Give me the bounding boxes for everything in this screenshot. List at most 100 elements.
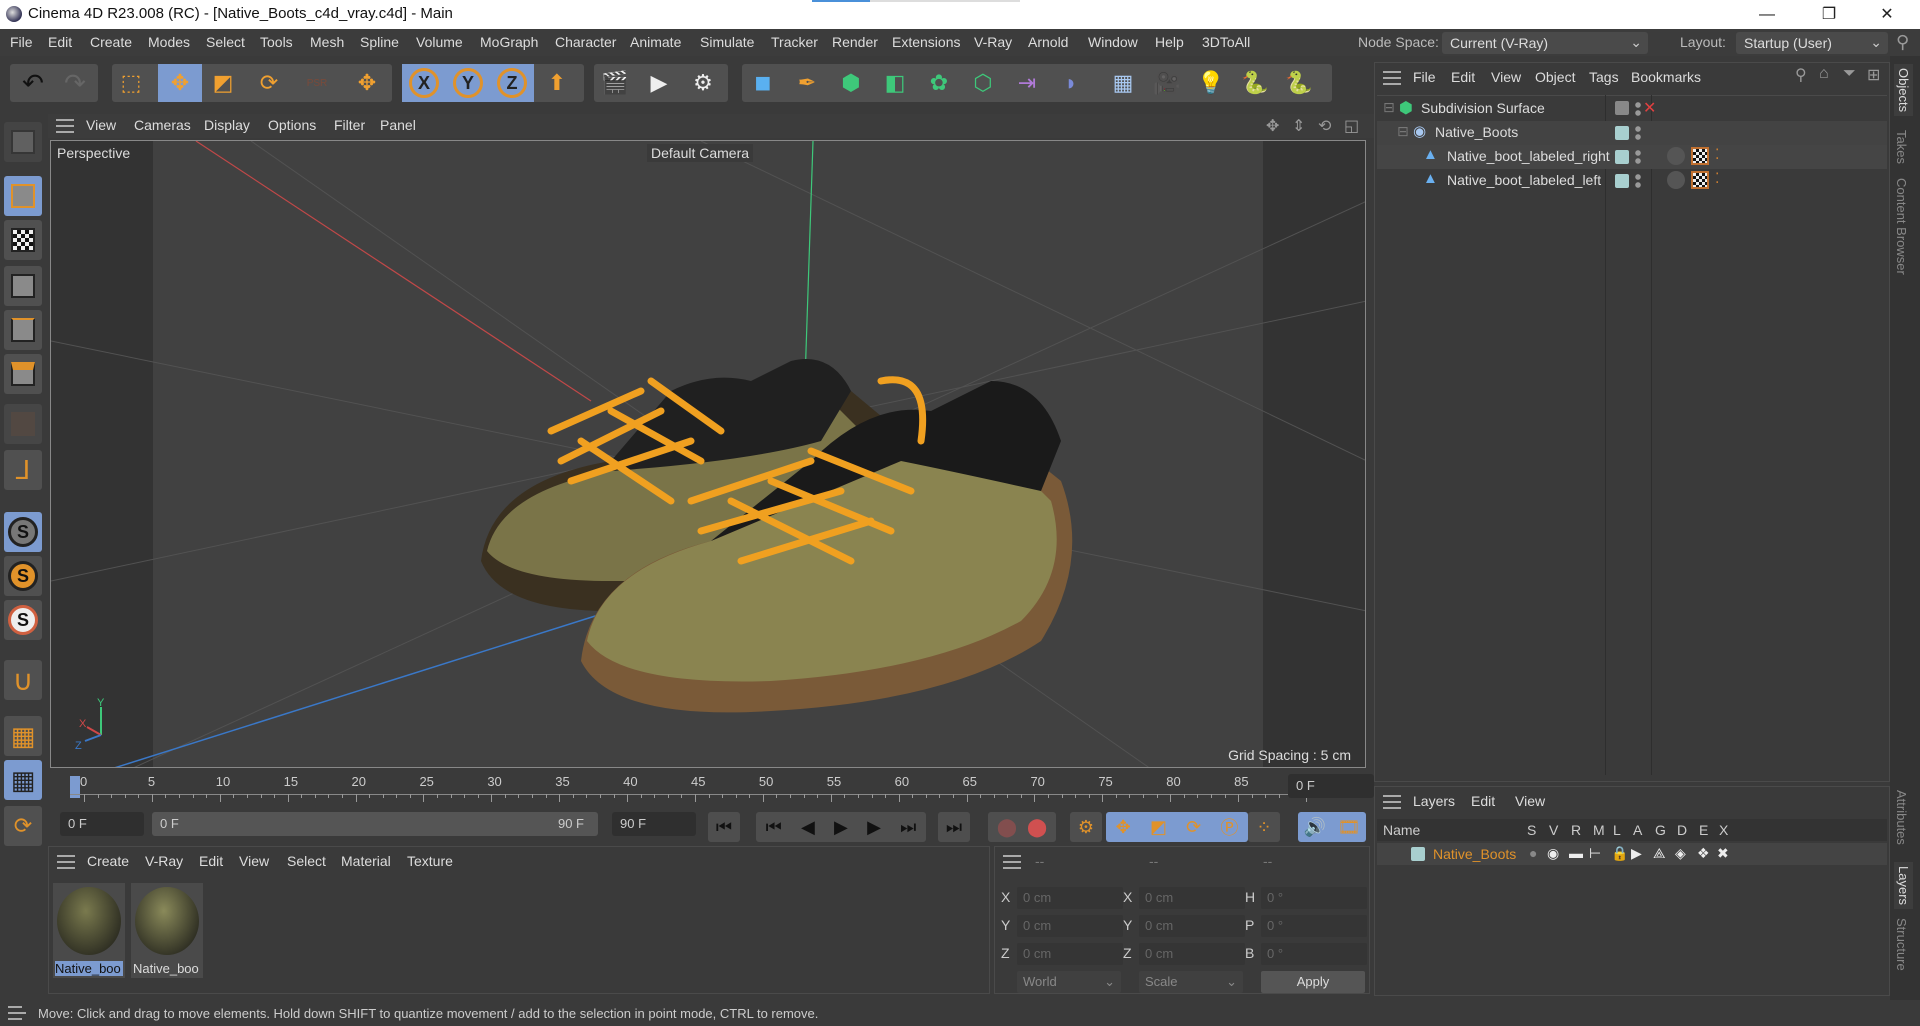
rot-p-field[interactable]: 0 °: [1261, 915, 1367, 937]
menu-tools[interactable]: Tools: [260, 34, 293, 50]
layer-menu-edit[interactable]: Edit: [1471, 793, 1495, 809]
layer-row[interactable]: Native_Boots ● ◉ ▬ ⊢ 🔒 ▶ ⟁ ◈ ❖ ✖: [1377, 843, 1887, 865]
material-swatch[interactable]: Native_boo: [131, 883, 203, 978]
object-name[interactable]: Native_Boots: [1435, 124, 1518, 140]
frame-range-slider[interactable]: 0 F 90 F: [152, 812, 598, 836]
layer-col-manager[interactable]: M: [1593, 822, 1605, 838]
object-name[interactable]: Subdivision Surface: [1421, 100, 1545, 116]
cube-button[interactable]: ■: [744, 64, 782, 102]
array-button[interactable]: ⬡: [964, 64, 1002, 102]
x-axis-button[interactable]: X: [402, 64, 446, 102]
pos-z-field[interactable]: 0 cm: [1017, 943, 1123, 965]
layer-color-swatch[interactable]: [1615, 126, 1629, 140]
subdivision-surface-button[interactable]: ⬢: [832, 64, 870, 102]
python-script-1-button[interactable]: 🐍: [1236, 64, 1274, 102]
zoom-view-icon[interactable]: ⇕: [1292, 116, 1305, 136]
size-y-field[interactable]: 0 cm: [1139, 915, 1245, 937]
sound-icon[interactable]: 🔊: [1304, 817, 1326, 838]
viewport-menu-panel[interactable]: Panel: [380, 117, 416, 133]
generator-icon[interactable]: ⟁: [1653, 845, 1666, 862]
3d-viewport[interactable]: Perspective Default Camera Grid Spacing …: [50, 140, 1366, 768]
python-script-2-button[interactable]: 🐍: [1280, 64, 1318, 102]
go-to-end-button[interactable]: ⏭: [938, 812, 970, 842]
locked-workplane-button[interactable]: ▦: [4, 760, 42, 800]
edit-toggle-icon[interactable]: [1615, 101, 1629, 115]
make-editable-button[interactable]: [4, 122, 42, 162]
viewport-menu-icon[interactable]: [56, 119, 74, 133]
viewport-menu-filter[interactable]: Filter: [334, 117, 365, 133]
layer-col-render[interactable]: R: [1571, 822, 1581, 838]
layer-col-generators[interactable]: G: [1655, 822, 1666, 838]
menu-character[interactable]: Character: [555, 34, 616, 50]
menu-file[interactable]: File: [10, 34, 33, 50]
play-icon[interactable]: ▶: [834, 817, 848, 838]
close-button[interactable]: ✕: [1864, 0, 1910, 29]
uvw-tag-icon[interactable]: [1691, 147, 1709, 165]
collapse-icon[interactable]: ⊟: [1397, 123, 1409, 140]
z-axis-button[interactable]: Z: [490, 64, 534, 102]
object-menu-tags[interactable]: Tags: [1589, 69, 1619, 85]
disabled-x-icon[interactable]: ✕: [1643, 98, 1656, 118]
material-menu-material[interactable]: Material: [341, 853, 391, 869]
polygon-mode-button[interactable]: [4, 354, 42, 394]
start-frame-field[interactable]: 0 F: [60, 812, 144, 836]
material-menu-vray[interactable]: V-Ray: [145, 853, 183, 869]
undo-button[interactable]: ↶: [14, 64, 52, 102]
previous-key-icon[interactable]: ⏮: [766, 817, 782, 838]
render-settings-button[interactable]: ⚙: [684, 64, 722, 102]
menu-simulate[interactable]: Simulate: [700, 34, 754, 50]
material-menu-select[interactable]: Select: [287, 853, 326, 869]
camera-button[interactable]: 🎥: [1148, 64, 1186, 102]
layer-col-deformers[interactable]: D: [1677, 822, 1687, 838]
tab-layers[interactable]: Layers: [1894, 862, 1913, 910]
search-icon[interactable]: ⚲: [1795, 65, 1807, 85]
eye-icon[interactable]: ◉: [1547, 845, 1559, 862]
size-mode-dropdown[interactable]: Scale ⌄: [1139, 971, 1243, 993]
viewport-camera-label[interactable]: Default Camera: [647, 144, 754, 162]
object-row[interactable]: ▲ Native_boot_labeled_left ⁚: [1377, 169, 1887, 193]
expression-python-icon[interactable]: ❖: [1697, 845, 1710, 862]
uvw-tag-icon[interactable]: [1691, 171, 1709, 189]
rotate-button[interactable]: ⟳: [250, 64, 288, 102]
go-to-start-button[interactable]: ⏮: [708, 812, 740, 842]
material-swatch[interactable]: Native_boo: [53, 883, 125, 978]
axis-mode-button[interactable]: ⅃: [4, 450, 42, 490]
material-menu-icon[interactable]: [57, 855, 75, 869]
object-menu-edit[interactable]: Edit: [1451, 69, 1475, 85]
menu-volume[interactable]: Volume: [416, 34, 463, 50]
menu-tracker[interactable]: Tracker: [771, 34, 818, 50]
coordinates-menu-icon[interactable]: [1003, 855, 1021, 869]
menu-window[interactable]: Window: [1088, 34, 1138, 50]
object-row[interactable]: ⊟ ◉ Native_Boots: [1377, 121, 1887, 145]
floor-button[interactable]: ▦: [1104, 64, 1142, 102]
key-rotation-icon[interactable]: ⟳: [1186, 817, 1201, 838]
layer-color-swatch[interactable]: [1615, 150, 1629, 164]
manager-hierarchy-icon[interactable]: ⊢: [1589, 845, 1601, 862]
minimize-button[interactable]: —: [1744, 0, 1790, 29]
vray-tag-icon[interactable]: ⁚: [1715, 146, 1719, 163]
layer-col-xrefs[interactable]: X: [1719, 822, 1728, 838]
object-row[interactable]: ⊟ ⬢ Subdivision Surface ✕: [1377, 97, 1887, 121]
visibility-dots[interactable]: [1635, 173, 1641, 189]
menu-select[interactable]: Select: [206, 34, 245, 50]
workplane-button[interactable]: ▦: [4, 716, 42, 756]
keyframe-settings-button[interactable]: ⚙: [1070, 812, 1102, 842]
viewport-menu-options[interactable]: Options: [268, 117, 316, 133]
workplane-snap-button[interactable]: S: [4, 600, 42, 640]
material-tag-icon[interactable]: [1667, 147, 1685, 165]
layer-col-view[interactable]: V: [1549, 822, 1558, 838]
field-button[interactable]: ◗: [1052, 64, 1090, 102]
menu-modes[interactable]: Modes: [148, 34, 190, 50]
psr-button[interactable]: PSR: [298, 64, 336, 102]
menu-extensions[interactable]: Extensions: [892, 34, 960, 50]
object-menu-object[interactable]: Object: [1535, 69, 1575, 85]
snap-enable-button[interactable]: S: [4, 512, 42, 552]
menu-spline[interactable]: Spline: [360, 34, 399, 50]
animation-play-icon[interactable]: ▶: [1631, 845, 1642, 862]
tab-objects[interactable]: Objects: [1894, 64, 1913, 117]
cloner-button[interactable]: ✿: [920, 64, 958, 102]
menu-mesh[interactable]: Mesh: [310, 34, 344, 50]
object-name[interactable]: Native_boot_labeled_left: [1447, 172, 1601, 188]
size-z-field[interactable]: 0 cm: [1139, 943, 1245, 965]
home-icon[interactable]: ⌂: [1819, 65, 1829, 83]
